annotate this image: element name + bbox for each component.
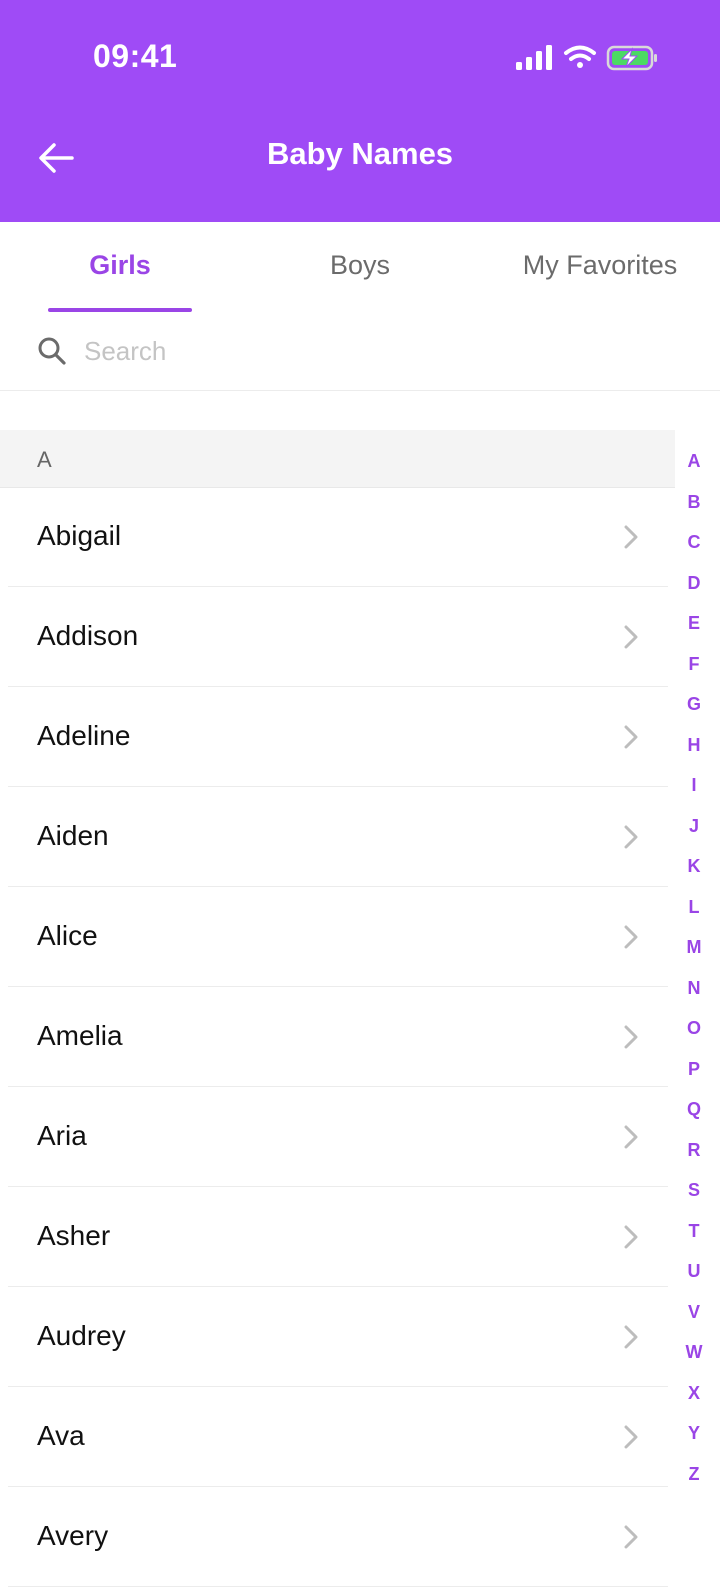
index-letter-m[interactable]: M bbox=[676, 933, 712, 974]
list-item-name: Adeline bbox=[37, 720, 131, 751]
list-item[interactable]: Abigail bbox=[0, 487, 675, 587]
index-letter-i[interactable]: I bbox=[676, 771, 712, 812]
battery-charging-icon bbox=[606, 45, 657, 71]
index-letter-j[interactable]: J bbox=[676, 812, 712, 853]
list-item-name: Alice bbox=[37, 920, 98, 951]
index-letter-q[interactable]: Q bbox=[676, 1095, 712, 1136]
index-letter-b[interactable]: B bbox=[676, 488, 712, 529]
chevron-right-icon bbox=[622, 1024, 640, 1055]
index-letter-e[interactable]: E bbox=[676, 609, 712, 650]
index-letter-a[interactable]: A bbox=[676, 447, 712, 488]
names-list: Abigail Addison Adeline Aiden Alice Amel… bbox=[0, 487, 675, 1587]
alphabet-index: A B C D E F G H I J K L M N O P Q R S T … bbox=[676, 447, 712, 1500]
chevron-right-icon bbox=[622, 1424, 640, 1455]
index-letter-v[interactable]: V bbox=[676, 1298, 712, 1339]
index-letter-d[interactable]: D bbox=[676, 569, 712, 610]
index-letter-r[interactable]: R bbox=[676, 1136, 712, 1177]
list-item-name: Amelia bbox=[37, 1020, 123, 1051]
chevron-right-icon bbox=[622, 1324, 640, 1355]
wifi-icon bbox=[564, 45, 596, 68]
index-letter-o[interactable]: O bbox=[676, 1014, 712, 1055]
list-item[interactable]: Adeline bbox=[0, 687, 675, 787]
index-letter-c[interactable]: C bbox=[676, 528, 712, 569]
search-bar bbox=[0, 312, 720, 391]
chevron-right-icon bbox=[622, 1524, 640, 1555]
chevron-right-icon bbox=[622, 1224, 640, 1255]
list-item-name: Aiden bbox=[37, 820, 109, 851]
section-header: A bbox=[0, 430, 675, 488]
cellular-signal-icon bbox=[516, 45, 552, 70]
list-item-name: Asher bbox=[37, 1220, 111, 1251]
list-item-name: Aria bbox=[37, 1120, 87, 1151]
tab-boys[interactable]: Boys bbox=[288, 250, 432, 281]
tab-my-favorites[interactable]: My Favorites bbox=[500, 250, 700, 281]
index-letter-u[interactable]: U bbox=[676, 1257, 712, 1298]
list-item-name: Avery bbox=[37, 1520, 109, 1551]
list-item-name: Ava bbox=[37, 1420, 85, 1451]
list-item-name: Addison bbox=[37, 620, 139, 651]
index-letter-n[interactable]: N bbox=[676, 974, 712, 1015]
index-letter-z[interactable]: Z bbox=[676, 1460, 712, 1501]
list-item[interactable]: Aria bbox=[0, 1087, 675, 1187]
chevron-right-icon bbox=[622, 924, 640, 955]
chevron-right-icon bbox=[622, 624, 640, 655]
tab-girls[interactable]: Girls bbox=[48, 250, 192, 281]
index-letter-x[interactable]: X bbox=[676, 1379, 712, 1420]
index-letter-t[interactable]: T bbox=[676, 1217, 712, 1258]
chevron-right-icon bbox=[622, 524, 640, 555]
status-icons bbox=[514, 42, 659, 79]
index-letter-w[interactable]: W bbox=[676, 1338, 712, 1379]
section-header-letter: A bbox=[37, 447, 52, 472]
index-letter-g[interactable]: G bbox=[676, 690, 712, 731]
index-letter-f[interactable]: F bbox=[676, 650, 712, 691]
chevron-right-icon bbox=[622, 824, 640, 855]
list-item[interactable]: Ava bbox=[0, 1387, 675, 1487]
list-item-name: Abigail bbox=[37, 520, 122, 551]
chevron-right-icon bbox=[622, 1124, 640, 1155]
chevron-right-icon bbox=[622, 724, 640, 755]
list-item[interactable]: Aiden bbox=[0, 787, 675, 887]
status-time: 09:41 bbox=[93, 38, 178, 74]
page-title: Baby Names bbox=[266, 136, 454, 171]
list-item[interactable]: Asher bbox=[0, 1187, 675, 1287]
index-letter-h[interactable]: H bbox=[676, 731, 712, 772]
index-letter-p[interactable]: P bbox=[676, 1055, 712, 1096]
app-header: 09:41 Baby Names bbox=[0, 0, 720, 222]
list-item-name: Audrey bbox=[37, 1320, 126, 1351]
search-icon bbox=[37, 336, 67, 371]
index-letter-l[interactable]: L bbox=[676, 893, 712, 934]
list-item[interactable]: Audrey bbox=[0, 1287, 675, 1387]
search-input[interactable] bbox=[82, 330, 646, 372]
index-letter-y[interactable]: Y bbox=[676, 1419, 712, 1460]
list-item[interactable]: Addison bbox=[0, 587, 675, 687]
list-item[interactable]: Alice bbox=[0, 887, 675, 987]
list-item[interactable]: Amelia bbox=[0, 987, 675, 1087]
list-item[interactable]: Avery bbox=[0, 1487, 675, 1587]
tab-bar: Girls Boys My Favorites bbox=[0, 222, 720, 312]
index-letter-k[interactable]: K bbox=[676, 852, 712, 893]
index-letter-s[interactable]: S bbox=[676, 1176, 712, 1217]
